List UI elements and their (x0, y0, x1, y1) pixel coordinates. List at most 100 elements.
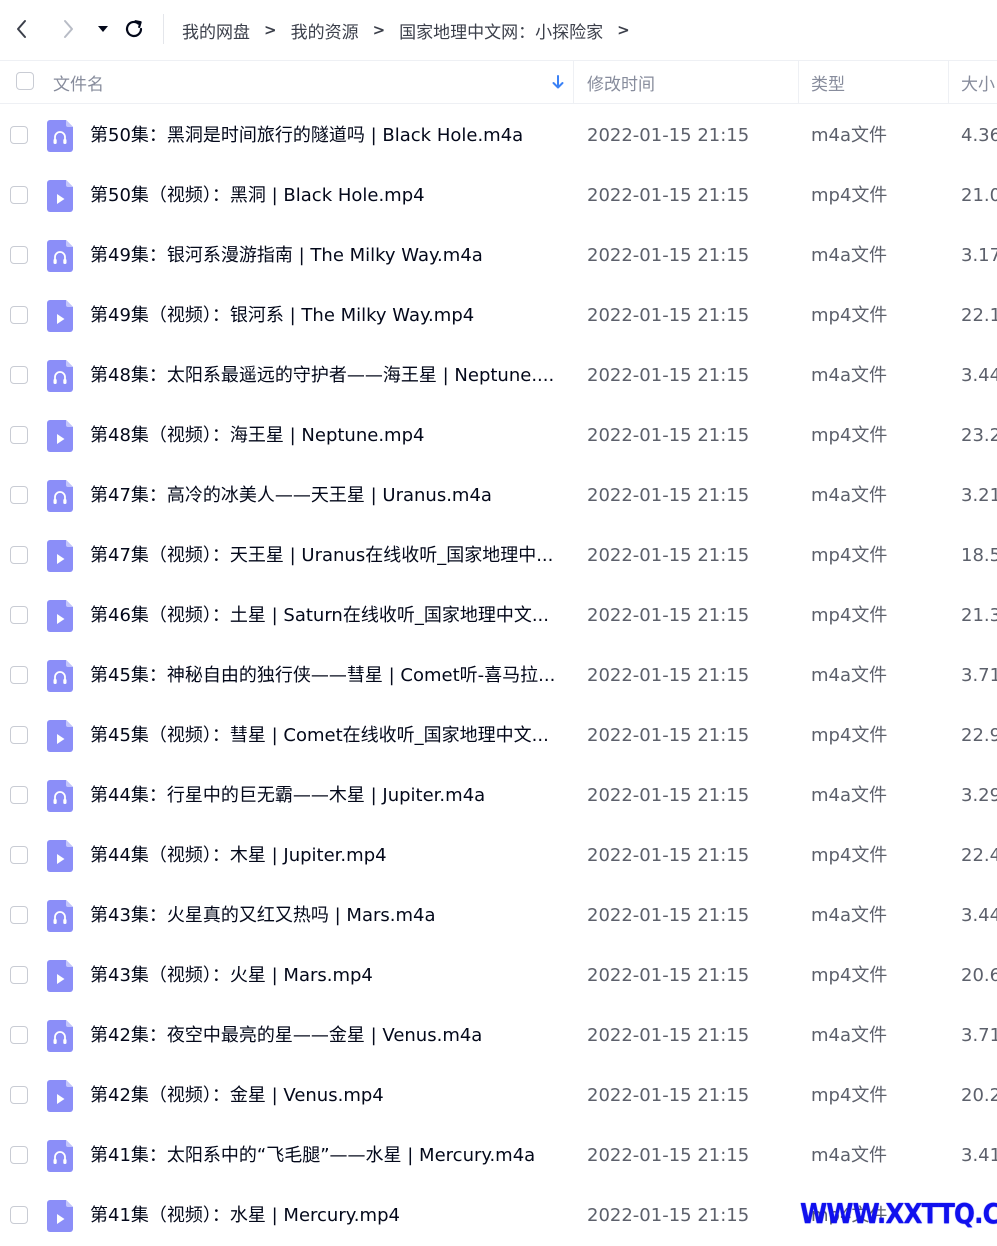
file-name[interactable]: 第45集（视频）：彗星 | Comet在线收听_国家地理中文... (90, 706, 560, 766)
table-row[interactable]: 第50集：黑洞是时间旅行的隧道吗 | Black Hole.m4a 2022-01… (0, 106, 997, 166)
row-checkbox[interactable] (10, 846, 28, 864)
file-name[interactable]: 第48集（视频）：海王星 | Neptune.mp4 (90, 406, 560, 466)
column-header-size[interactable]: 大小 (961, 61, 995, 103)
modified-time: 2022-01-15 21:15 (587, 485, 750, 506)
audio-file-icon (47, 480, 73, 512)
file-name[interactable]: 第46集（视频）：土星 | Saturn在线收听_国家地理中文... (90, 586, 560, 646)
back-button[interactable] (7, 14, 37, 44)
table-row[interactable]: 第48集（视频）：海王星 | Neptune.mp4 2022-01-15 21:… (0, 406, 997, 466)
file-size: 20.2 (961, 1085, 997, 1106)
table-row[interactable]: 第48集：太阳系最遥远的守护者——海王星 | Neptune.... 2022-0… (0, 346, 997, 406)
audio-file-icon (47, 780, 73, 812)
row-checkbox[interactable] (10, 366, 28, 384)
row-checkbox[interactable] (10, 606, 28, 624)
row-checkbox[interactable] (10, 786, 28, 804)
file-name[interactable]: 第43集：火星真的又红又热吗 | Mars.m4a (90, 886, 560, 946)
file-name[interactable]: 第49集（视频）：银河系 | The Milky Way.mp4 (90, 286, 560, 346)
table-row[interactable]: 第43集（视频）：火星 | Mars.mp4 2022-01-15 21:15 mp… (0, 946, 997, 1006)
table-row[interactable]: 第47集（视频）：天王星 | Uranus在线收听_国家地理中... 2022-0… (0, 526, 997, 586)
table-row[interactable]: 第45集（视频）：彗星 | Comet在线收听_国家地理中文... 2022-01… (0, 706, 997, 766)
file-name[interactable]: 第49集：银河系漫游指南 | The Milky Way.m4a (90, 226, 560, 286)
file-type: mp4文件 (811, 605, 888, 626)
table-row[interactable]: 第44集（视频）：木星 | Jupiter.mp4 2022-01-15 21:1… (0, 826, 997, 886)
column-header-type[interactable]: 类型 (811, 61, 845, 103)
file-type: m4a文件 (811, 1145, 888, 1166)
file-size: 22.4 (961, 845, 997, 866)
chevron-left-icon (17, 20, 26, 38)
row-checkbox[interactable] (10, 1086, 28, 1104)
column-header-modified[interactable]: 修改时间 (587, 61, 655, 103)
row-checkbox[interactable] (10, 1026, 28, 1044)
select-all-checkbox[interactable] (16, 72, 34, 90)
row-checkbox[interactable] (10, 486, 28, 504)
file-name[interactable]: 第45集：神秘自由的独行侠——彗星 | Comet听-喜马拉... (90, 646, 560, 706)
row-checkbox[interactable] (10, 1206, 28, 1224)
refresh-button[interactable] (119, 14, 149, 44)
column-divider[interactable] (948, 61, 949, 103)
video-file-icon (47, 540, 73, 572)
table-row[interactable]: 第49集：银河系漫游指南 | The Milky Way.m4a 2022-01-… (0, 226, 997, 286)
row-checkbox[interactable] (10, 906, 28, 924)
row-checkbox[interactable] (10, 666, 28, 684)
table-row[interactable]: 第49集（视频）：银河系 | The Milky Way.mp4 2022-01-… (0, 286, 997, 346)
modified-time: 2022-01-15 21:15 (587, 905, 750, 926)
file-size: 3.21 (961, 485, 997, 506)
file-name[interactable]: 第43集（视频）：火星 | Mars.mp4 (90, 946, 560, 1006)
table-row[interactable]: 第50集（视频）：黑洞 | Black Hole.mp4 2022-01-15 2… (0, 166, 997, 226)
breadcrumb-item-my-drive[interactable]: 我的网盘 (182, 18, 250, 43)
file-size: 3.71 (961, 665, 997, 686)
file-name[interactable]: 第50集（视频）：黑洞 | Black Hole.mp4 (90, 166, 560, 226)
video-file-icon (47, 180, 73, 212)
row-checkbox[interactable] (10, 426, 28, 444)
file-name[interactable]: 第44集（视频）：木星 | Jupiter.mp4 (90, 826, 560, 886)
file-size: 21.0 (961, 185, 997, 206)
column-divider[interactable] (573, 61, 574, 103)
audio-file-icon (47, 660, 73, 692)
file-type: m4a文件 (811, 905, 888, 926)
breadcrumb-item-my-resources[interactable]: 我的资源 (291, 18, 359, 43)
column-divider[interactable] (798, 61, 799, 103)
column-header-name[interactable]: 文件名 (53, 61, 104, 103)
forward-button[interactable] (53, 14, 83, 44)
video-file-icon (47, 420, 73, 452)
breadcrumb-item-current-folder[interactable]: 国家地理中文网：小探险家 (399, 18, 603, 43)
video-file-icon (47, 1200, 73, 1232)
table-row[interactable]: 第42集（视频）：金星 | Venus.mp4 2022-01-15 21:15 m… (0, 1066, 997, 1126)
table-row[interactable]: 第42集：夜空中最亮的星——金星 | Venus.m4a 2022-01-15 2… (0, 1006, 997, 1066)
file-table-header: 文件名 修改时间 类型 大小 (0, 60, 997, 104)
file-type: m4a文件 (811, 785, 888, 806)
file-name[interactable]: 第44集：行星中的巨无霸——木星 | Jupiter.m4a (90, 766, 560, 826)
table-row[interactable]: 第44集：行星中的巨无霸——木星 | Jupiter.m4a 2022-01-15… (0, 766, 997, 826)
table-row[interactable]: 第46集（视频）：土星 | Saturn在线收听_国家地理中文... 2022-0… (0, 586, 997, 646)
table-row[interactable]: 第47集：高冷的冰美人——天王星 | Uranus.m4a 2022-01-15 … (0, 466, 997, 526)
audio-file-icon (47, 360, 73, 392)
video-file-icon (47, 300, 73, 332)
modified-time: 2022-01-15 21:15 (587, 785, 750, 806)
file-list: 第50集：黑洞是时间旅行的隧道吗 | Black Hole.m4a 2022-01… (0, 106, 997, 1246)
table-row[interactable]: 第45集：神秘自由的独行侠——彗星 | Comet听-喜马拉... 2022-01… (0, 646, 997, 706)
sort-descending-icon[interactable] (551, 74, 565, 90)
row-checkbox[interactable] (10, 306, 28, 324)
history-dropdown-button[interactable] (89, 14, 117, 44)
file-size: 3.71 (961, 1025, 997, 1046)
row-checkbox[interactable] (10, 186, 28, 204)
table-row[interactable]: 第43集：火星真的又红又热吗 | Mars.m4a 2022-01-15 21:1… (0, 886, 997, 946)
file-name[interactable]: 第47集：高冷的冰美人——天王星 | Uranus.m4a (90, 466, 560, 526)
file-size: 3.44 (961, 365, 997, 386)
row-checkbox[interactable] (10, 246, 28, 264)
file-name[interactable]: 第47集（视频）：天王星 | Uranus在线收听_国家地理中... (90, 526, 560, 586)
row-checkbox[interactable] (10, 726, 28, 744)
breadcrumb: 我的网盘 > 我的资源 > 国家地理中文网：小探险家 > (182, 16, 644, 44)
file-type: mp4文件 (811, 725, 888, 746)
file-name[interactable]: 第41集（视频）：水星 | Mercury.mp4 (90, 1186, 560, 1246)
file-name[interactable]: 第50集：黑洞是时间旅行的隧道吗 | Black Hole.m4a (90, 106, 560, 166)
row-checkbox[interactable] (10, 966, 28, 984)
table-row[interactable]: 第41集：太阳系中的“飞毛腿”——水星 | Mercury.m4a 2022-01… (0, 1126, 997, 1186)
file-name[interactable]: 第42集（视频）：金星 | Venus.mp4 (90, 1066, 560, 1126)
row-checkbox[interactable] (10, 546, 28, 564)
file-name[interactable]: 第41集：太阳系中的“飞毛腿”——水星 | Mercury.m4a (90, 1126, 560, 1186)
file-name[interactable]: 第42集：夜空中最亮的星——金星 | Venus.m4a (90, 1006, 560, 1066)
row-checkbox[interactable] (10, 126, 28, 144)
row-checkbox[interactable] (10, 1146, 28, 1164)
file-name[interactable]: 第48集：太阳系最遥远的守护者——海王星 | Neptune.... (90, 346, 560, 406)
